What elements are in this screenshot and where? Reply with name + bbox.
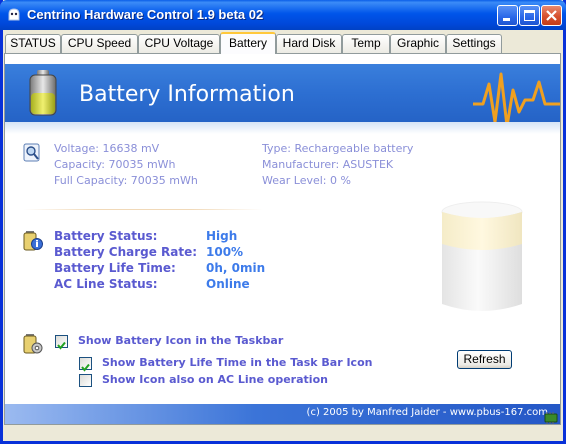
pulse-graph-icon: [473, 72, 560, 128]
maximize-button[interactable]: [519, 5, 540, 26]
show-life-time-checkbox[interactable]: [79, 357, 92, 372]
app-window: Centrino Hardware Control 1.9 beta 02 ST…: [0, 0, 566, 444]
ac-line-value: Online: [206, 277, 250, 291]
banner-title: Battery Information: [79, 82, 295, 107]
tab-graphic[interactable]: Graphic: [390, 34, 446, 53]
charge-rate-value: 100%: [206, 245, 244, 259]
close-button[interactable]: [541, 5, 562, 26]
capacity-text: Capacity: 70035 mWh: [54, 158, 176, 171]
tab-status[interactable]: STATUS: [5, 34, 61, 53]
tab-strip: STATUS CPU Speed CPU Voltage Battery Har…: [3, 32, 563, 54]
tab-temp[interactable]: Temp: [342, 34, 390, 53]
close-icon: [546, 10, 557, 21]
full-capacity-text: Full Capacity: 70035 mWh: [54, 174, 198, 187]
life-time-value: 0h, 0min: [206, 261, 266, 275]
tab-cpu-voltage[interactable]: CPU Voltage: [138, 34, 220, 53]
wear-level-text: Wear Level: 0 %: [262, 174, 351, 187]
minimize-button[interactable]: [497, 5, 518, 26]
tab-hard-disk[interactable]: Hard Disk: [276, 34, 342, 53]
battery-search-icon: [23, 143, 40, 162]
battery-watermark-icon: [441, 201, 523, 311]
banner: Battery Information: [5, 64, 560, 128]
ac-line-label: AC Line Status:: [54, 277, 158, 291]
banner-shadow: [5, 122, 560, 134]
footer-credit[interactable]: (c) 2005 by Manfred Jaider - www.pbus-16…: [307, 407, 548, 418]
checkmark-icon: [57, 341, 66, 350]
show-taskbar-icon-checkbox[interactable]: [55, 335, 68, 350]
life-time-label: Battery Life Time:: [54, 261, 176, 275]
tab-battery[interactable]: Battery: [220, 32, 276, 54]
manufacturer-text: Manufacturer: ASUSTEK: [262, 158, 394, 171]
show-life-time-label[interactable]: Show Battery Life Time in the Task Bar I…: [102, 356, 372, 369]
tab-settings[interactable]: Settings: [446, 34, 502, 53]
battery-status-label: Battery Status:: [54, 229, 158, 243]
tab-cpu-speed[interactable]: CPU Speed: [61, 34, 138, 53]
voltage-text: Voltage: 16638 mV: [54, 142, 160, 155]
checkmark-icon: [81, 363, 90, 372]
battery-info-icon: [23, 231, 43, 251]
battery-settings-icon: [23, 334, 43, 354]
charge-rate-label: Battery Charge Rate:: [54, 245, 198, 259]
footer-bar: (c) 2005 by Manfred Jaider - www.pbus-16…: [5, 404, 560, 424]
section-divider: [23, 209, 263, 210]
chip-icon: [544, 412, 558, 424]
title-bar[interactable]: Centrino Hardware Control 1.9 beta 02: [0, 0, 566, 30]
show-on-ac-checkbox[interactable]: [79, 374, 92, 387]
app-icon: [8, 8, 20, 21]
battery-icon: [29, 70, 57, 116]
refresh-button[interactable]: Refresh: [457, 350, 512, 369]
battery-status-value: High: [206, 229, 238, 243]
window-title: Centrino Hardware Control 1.9 beta 02: [27, 7, 264, 22]
battery-panel: Battery Information Voltage: 16638 mV Ca…: [4, 53, 561, 425]
show-taskbar-icon-label[interactable]: Show Battery Icon in the Taskbar: [78, 334, 283, 347]
type-text: Type: Rechargeable battery: [262, 142, 414, 155]
show-on-ac-label[interactable]: Show Icon also on AC Line operation: [102, 373, 328, 386]
minimize-icon: [503, 18, 510, 21]
maximize-icon: [524, 10, 535, 21]
